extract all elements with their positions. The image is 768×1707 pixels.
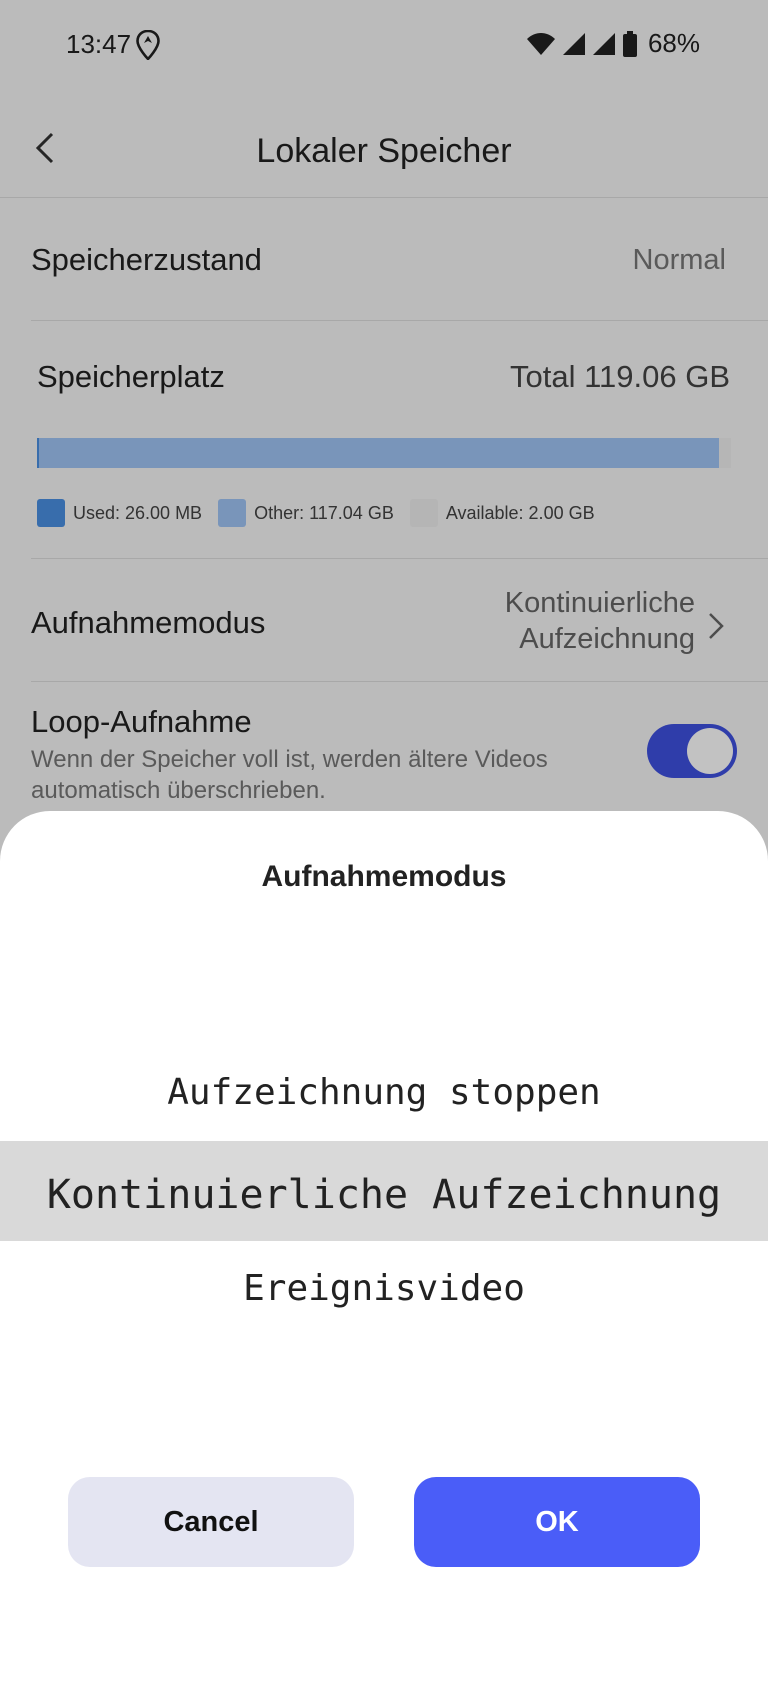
picker-option-stop[interactable]: Aufzeichnung stoppen (0, 1072, 768, 1113)
recording-mode-sheet (0, 811, 768, 1707)
ok-button[interactable]: OK (414, 1477, 700, 1567)
cancel-button[interactable]: Cancel (68, 1477, 354, 1567)
picker-option-continuous[interactable]: Kontinuierliche Aufzeichnung (0, 1172, 768, 1218)
sheet-title: Aufnahmemodus (261, 860, 507, 893)
picker-option-event[interactable]: Ereignisvideo (0, 1268, 768, 1309)
